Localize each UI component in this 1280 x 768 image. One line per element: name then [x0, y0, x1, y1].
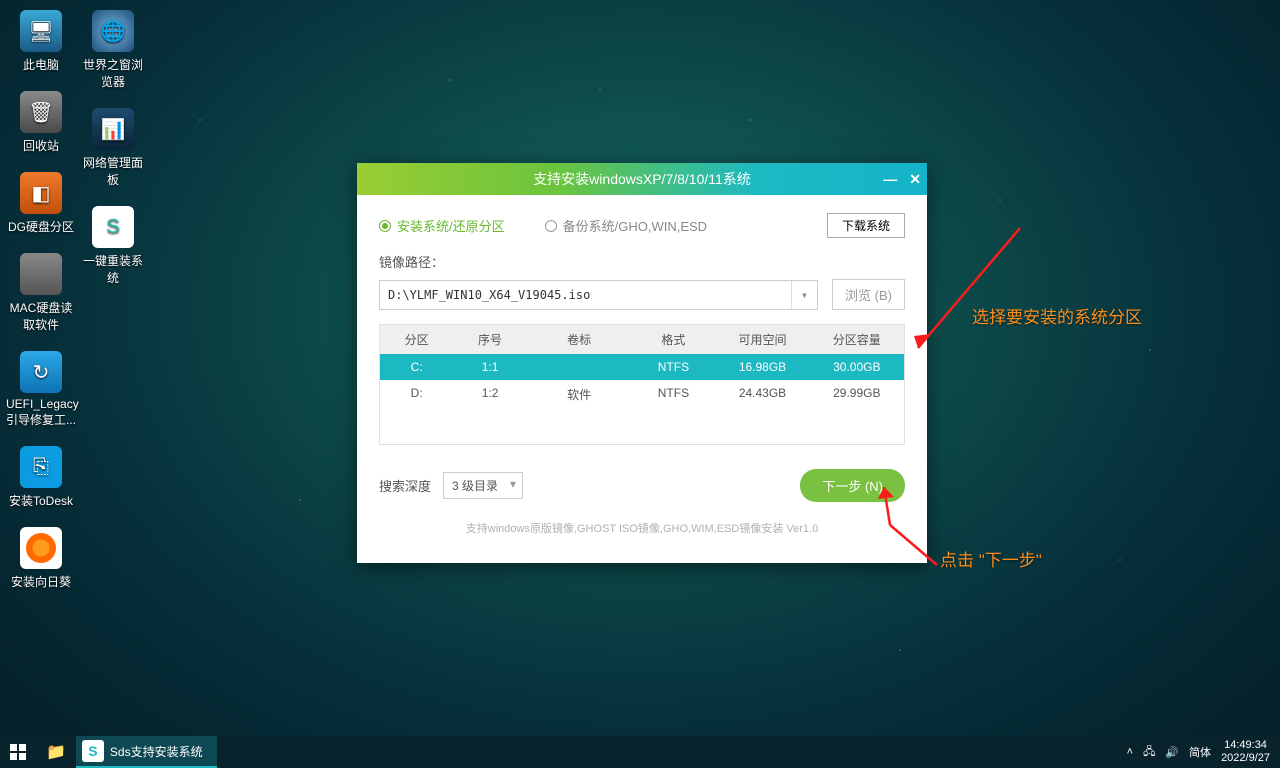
- annotation-select-partition: 选择要安装的系统分区: [972, 303, 1142, 328]
- tray-up-icon[interactable]: ˄: [1127, 746, 1133, 758]
- desktop-icon-uefi[interactable]: ↻UEFI_Legacy引导修复工...: [6, 351, 76, 428]
- desktop-icon-this-pc[interactable]: 🖥此电脑: [6, 10, 76, 73]
- partition-table: 分区 序号 卷标 格式 可用空间 分区容量 C:1:1NTFS16.98GB30…: [379, 324, 905, 445]
- windows-icon: [10, 744, 26, 760]
- close-icon[interactable]: ✕: [909, 171, 921, 188]
- table-header: 分区 序号 卷标 格式 可用空间 分区容量: [380, 325, 904, 354]
- image-path-input[interactable]: D:\YLMF_WIN10_X64_V19045.iso ▾: [379, 280, 818, 310]
- desktop-icon-sunflower[interactable]: 安装向日葵: [6, 527, 76, 590]
- desktop-icons-col2: 🌐世界之窗浏览器 📊网络管理面板 S一键重装系统: [78, 10, 158, 304]
- desktop-icon-reinstall[interactable]: S一键重装系统: [78, 206, 148, 286]
- network-icon[interactable]: 🖧: [1143, 743, 1155, 762]
- window-title: 支持安装windowsXP/7/8/10/11系统: [533, 169, 751, 189]
- desktop-icons-col1: 🖥此电脑 🗑回收站 ◧DG硬盘分区 MAC硬盘读取软件 ↻UEFI_Legacy…: [6, 10, 86, 608]
- desktop-icon-network[interactable]: 📊网络管理面板: [78, 108, 148, 188]
- taskbar: 📁 S Sds支持安装系统 ˄ 🖧 🔊 简体 14:49:34 2022/9/2…: [0, 736, 1280, 768]
- app-icon: S: [82, 740, 104, 762]
- volume-icon[interactable]: 🔊: [1165, 746, 1179, 759]
- system-tray: ˄ 🖧 🔊 简体 14:49:34 2022/9/27: [1127, 739, 1280, 765]
- search-depth-label: 搜索深度: [379, 476, 431, 495]
- footer-text: 支持windows原版镜像,GHOST ISO镜像,GHO,WIM,ESD镜像安…: [379, 520, 905, 536]
- next-button[interactable]: 下一步 (N): [800, 469, 905, 502]
- file-explorer-button[interactable]: 📁: [36, 736, 76, 768]
- taskbar-clock[interactable]: 14:49:34 2022/9/27: [1221, 739, 1270, 765]
- titlebar[interactable]: 支持安装windowsXP/7/8/10/11系统 — ✕: [357, 163, 927, 195]
- desktop-icon-mac[interactable]: MAC硬盘读取软件: [6, 253, 76, 333]
- ime-indicator[interactable]: 简体: [1189, 744, 1211, 760]
- table-row[interactable]: D:1:2软件NTFS24.43GB29.99GB: [380, 380, 904, 409]
- radio-install[interactable]: 安装系统/还原分区: [379, 216, 505, 235]
- desktop-icon-recycle[interactable]: 🗑回收站: [6, 91, 76, 154]
- install-dialog: 支持安装windowsXP/7/8/10/11系统 — ✕ 安装系统/还原分区 …: [357, 163, 927, 563]
- folder-icon: 📁: [46, 742, 66, 762]
- desktop-icon-browser[interactable]: 🌐世界之窗浏览器: [78, 10, 148, 90]
- radio-dot-icon: [379, 220, 391, 232]
- image-path-label: 镜像路径：: [379, 252, 905, 271]
- browse-button[interactable]: 浏览 (B): [832, 279, 905, 310]
- radio-dot-icon: [545, 220, 557, 232]
- taskbar-app-installer[interactable]: S Sds支持安装系统: [76, 736, 217, 768]
- download-system-button[interactable]: 下载系统: [827, 213, 905, 238]
- desktop-icon-todesk[interactable]: ⎘安装ToDesk: [6, 446, 76, 509]
- start-button[interactable]: [0, 736, 36, 768]
- table-row[interactable]: C:1:1NTFS16.98GB30.00GB: [380, 354, 904, 380]
- minimize-icon[interactable]: —: [883, 171, 897, 187]
- dropdown-icon[interactable]: ▾: [791, 281, 817, 309]
- search-depth-select[interactable]: 3 级目录: [443, 472, 523, 499]
- desktop-icon-dg[interactable]: ◧DG硬盘分区: [6, 172, 76, 235]
- radio-backup[interactable]: 备份系统/GHO,WIN,ESD: [545, 216, 707, 235]
- annotation-click-next: 点击 "下一步": [940, 546, 1042, 571]
